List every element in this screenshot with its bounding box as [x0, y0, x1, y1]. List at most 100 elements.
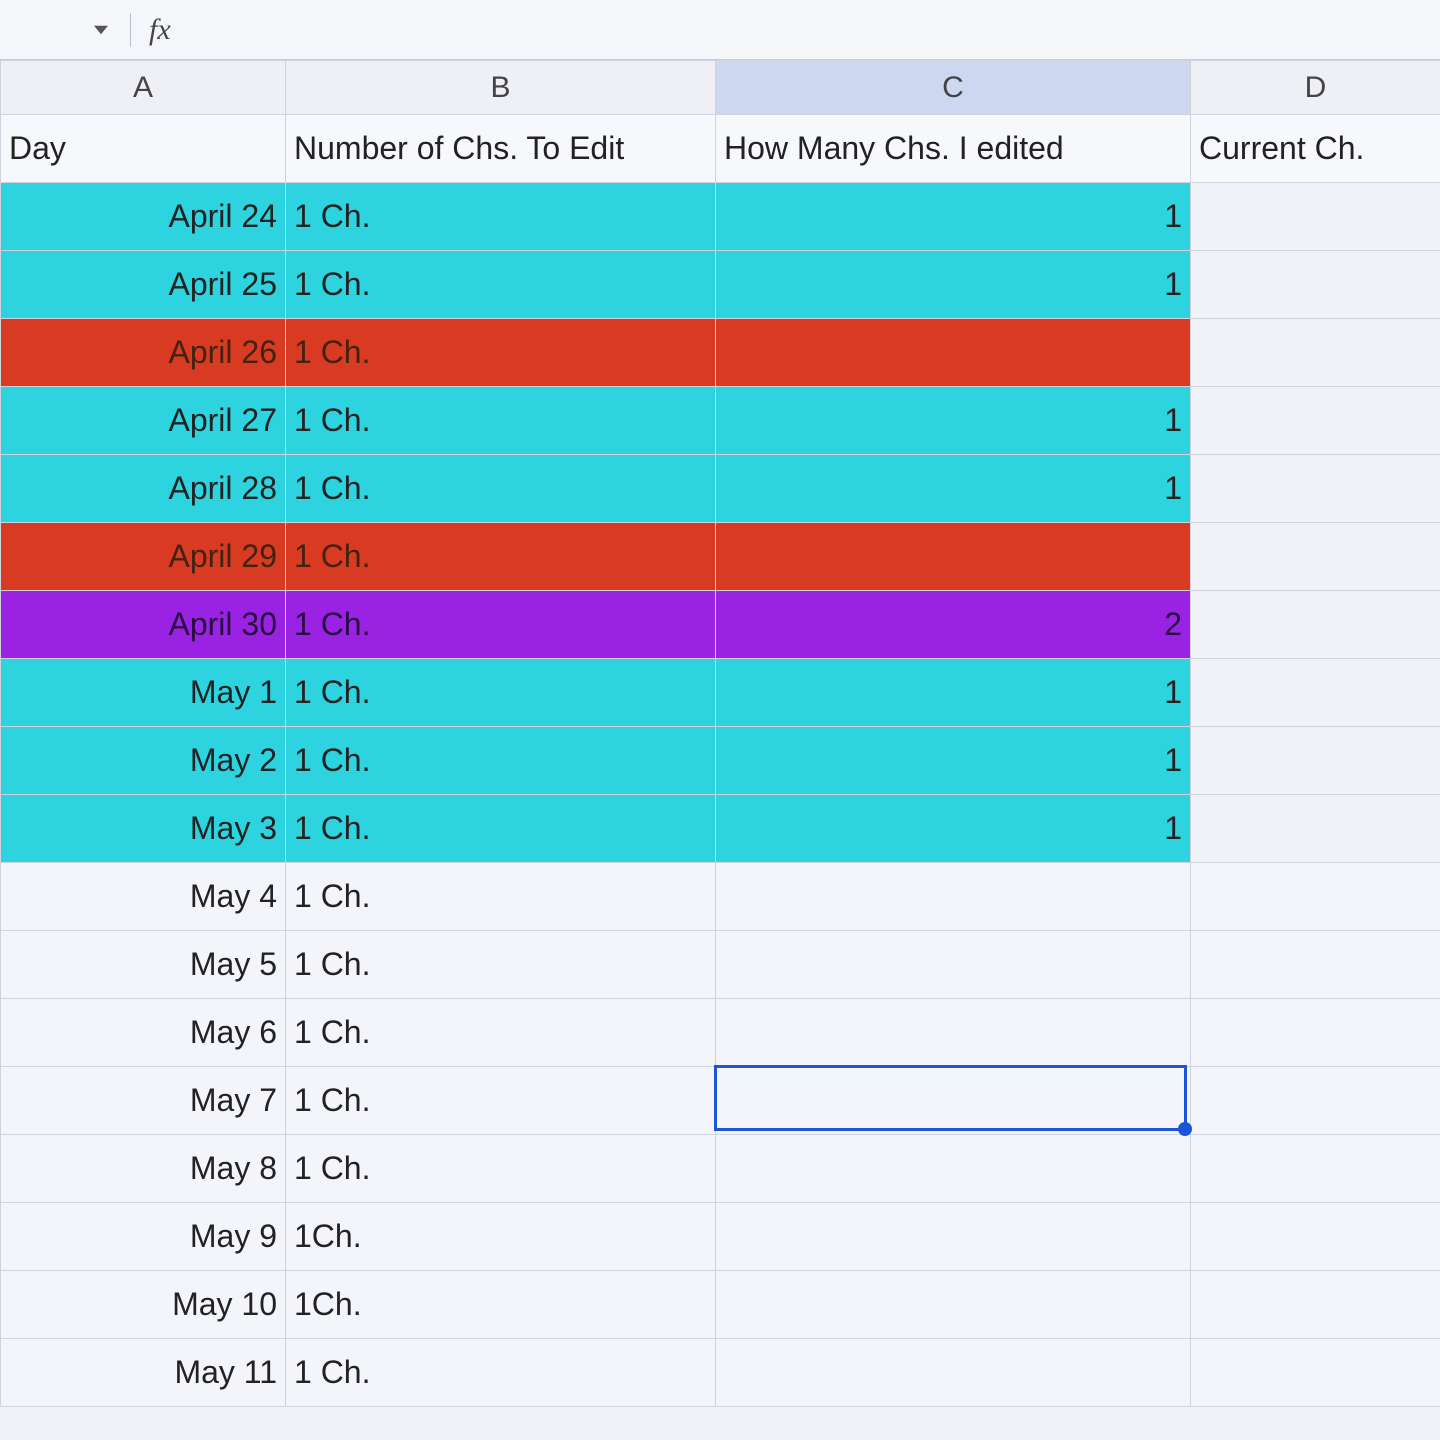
cell[interactable]: Day	[1, 115, 286, 183]
cell[interactable]: 1	[716, 387, 1191, 455]
cell[interactable]: 1	[716, 183, 1191, 251]
table-row: May 101Ch.	[1, 1271, 1440, 1339]
cell[interactable]	[716, 1339, 1191, 1407]
cell[interactable]	[716, 319, 1191, 387]
cell[interactable]: May 5	[1, 931, 286, 999]
cell[interactable]: 1 Ch.	[286, 999, 716, 1067]
table-row: May 91Ch.	[1, 1203, 1440, 1271]
cell[interactable]	[1191, 795, 1440, 863]
cell[interactable]: May 8	[1, 1135, 286, 1203]
cell[interactable]: May 4	[1, 863, 286, 931]
cell[interactable]	[1191, 319, 1440, 387]
cell[interactable]	[1191, 1203, 1440, 1271]
cell[interactable]: 1 Ch.	[286, 251, 716, 319]
cell[interactable]: 1Ch.	[286, 1203, 716, 1271]
cell[interactable]: 1 Ch.	[286, 523, 716, 591]
table-row: May 71 Ch.	[1, 1067, 1440, 1135]
cell[interactable]	[1191, 1135, 1440, 1203]
cell[interactable]	[1191, 863, 1440, 931]
cell[interactable]	[1191, 387, 1440, 455]
cell[interactable]	[1191, 1339, 1440, 1407]
cell[interactable]	[1191, 455, 1440, 523]
cell[interactable]	[1191, 1067, 1440, 1135]
table-row: Day Number of Chs. To Edit How Many Chs.…	[1, 115, 1440, 183]
cell[interactable]: 1	[716, 795, 1191, 863]
cell[interactable]	[716, 1203, 1191, 1271]
cell[interactable]: 1 Ch.	[286, 1135, 716, 1203]
cell[interactable]	[1191, 183, 1440, 251]
cell[interactable]: April 28	[1, 455, 286, 523]
table-row: May 51 Ch.	[1, 931, 1440, 999]
cell[interactable]: May 3	[1, 795, 286, 863]
table-row: April 281 Ch.1	[1, 455, 1440, 523]
cell[interactable]	[1191, 659, 1440, 727]
cell[interactable]: 1 Ch.	[286, 591, 716, 659]
cell[interactable]: May 11	[1, 1339, 286, 1407]
table-row: May 21 Ch.1	[1, 727, 1440, 795]
cell[interactable]: May 9	[1, 1203, 286, 1271]
table-row: May 111 Ch.	[1, 1339, 1440, 1407]
cell[interactable]	[1191, 251, 1440, 319]
cell[interactable]: May 7	[1, 1067, 286, 1135]
cell[interactable]: May 10	[1, 1271, 286, 1339]
cell[interactable]: April 26	[1, 319, 286, 387]
cell[interactable]: 1 Ch.	[286, 795, 716, 863]
cell[interactable]	[716, 1067, 1191, 1135]
cell[interactable]	[1191, 1271, 1440, 1339]
column-header-row: A B C D	[1, 61, 1440, 115]
cell[interactable]: 1 Ch.	[286, 319, 716, 387]
cell[interactable]: April 25	[1, 251, 286, 319]
cell[interactable]: May 6	[1, 999, 286, 1067]
cell[interactable]: Current Ch.	[1191, 115, 1440, 183]
table-row: May 11 Ch.1	[1, 659, 1440, 727]
cell[interactable]	[716, 1271, 1191, 1339]
cell[interactable]: May 2	[1, 727, 286, 795]
cell[interactable]: 1 Ch.	[286, 727, 716, 795]
table-row: April 251 Ch.1	[1, 251, 1440, 319]
cell[interactable]: May 1	[1, 659, 286, 727]
cell[interactable]	[1191, 523, 1440, 591]
cell[interactable]	[716, 999, 1191, 1067]
cell[interactable]	[716, 863, 1191, 931]
column-header-B[interactable]: B	[286, 61, 716, 115]
cell[interactable]: 1 Ch.	[286, 1067, 716, 1135]
cell[interactable]: 1 Ch.	[286, 455, 716, 523]
cell[interactable]: 1 Ch.	[286, 659, 716, 727]
cell[interactable]: April 30	[1, 591, 286, 659]
table-row: April 271 Ch.1	[1, 387, 1440, 455]
cell[interactable]: 1	[716, 455, 1191, 523]
cell[interactable]	[1191, 591, 1440, 659]
cell[interactable]: 2	[716, 591, 1191, 659]
table-row: April 241 Ch.1	[1, 183, 1440, 251]
cell[interactable]: 1Ch.	[286, 1271, 716, 1339]
formula-bar-separator	[130, 13, 131, 47]
cell[interactable]: April 27	[1, 387, 286, 455]
cell[interactable]: 1	[716, 727, 1191, 795]
cell[interactable]: 1 Ch.	[286, 863, 716, 931]
formula-input[interactable]	[189, 0, 1440, 59]
cell[interactable]: How Many Chs. I edited	[716, 115, 1191, 183]
column-header-C[interactable]: C	[716, 61, 1191, 115]
cell[interactable]: 1 Ch.	[286, 387, 716, 455]
spreadsheet-grid[interactable]: A B C D Day Number of Chs. To Edit How M…	[0, 60, 1440, 1407]
name-box-dropdown-icon[interactable]	[90, 19, 112, 41]
cell[interactable]: 1	[716, 659, 1191, 727]
column-header-D[interactable]: D	[1191, 61, 1440, 115]
cell[interactable]	[1191, 999, 1440, 1067]
cell[interactable]	[716, 1135, 1191, 1203]
fx-icon[interactable]: fx	[149, 13, 171, 47]
cell[interactable]: 1 Ch.	[286, 1339, 716, 1407]
column-header-A[interactable]: A	[1, 61, 286, 115]
cell[interactable]: Number of Chs. To Edit	[286, 115, 716, 183]
cell[interactable]	[1191, 931, 1440, 999]
cell[interactable]: 1 Ch.	[286, 931, 716, 999]
cell[interactable]	[716, 931, 1191, 999]
cell[interactable]: 1	[716, 251, 1191, 319]
cell[interactable]: April 24	[1, 183, 286, 251]
cell[interactable]	[716, 523, 1191, 591]
cell[interactable]: 1 Ch.	[286, 183, 716, 251]
table-row: April 291 Ch.	[1, 523, 1440, 591]
table-row: May 31 Ch.1	[1, 795, 1440, 863]
cell[interactable]: April 29	[1, 523, 286, 591]
cell[interactable]	[1191, 727, 1440, 795]
